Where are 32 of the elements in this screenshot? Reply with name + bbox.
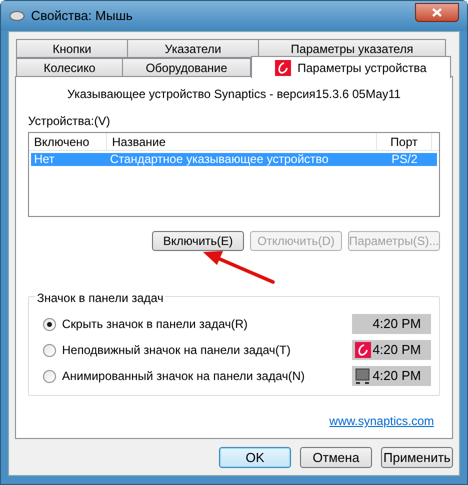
- website-link[interactable]: www.synaptics.com: [329, 412, 434, 430]
- logo-icon: [275, 60, 292, 76]
- device-button[interactable]: Включить(E): [152, 231, 244, 251]
- close-icon: [432, 8, 442, 16]
- tab[interactable]: Оборудование: [122, 58, 251, 77]
- version-text: Указывающее устройство Synaptics - версия15.3.6 05May11: [66, 86, 402, 103]
- radio-label[interactable]: Анимированный значок на панели задач(N): [62, 367, 305, 385]
- column-header[interactable]: Порт: [377, 133, 432, 150]
- clock-time: 4:20 PM: [372, 315, 421, 334]
- tab[interactable]: Кнопки: [16, 39, 128, 58]
- dialog-button[interactable]: Отмена: [300, 447, 372, 468]
- radio-button[interactable]: [43, 370, 56, 382]
- column-header[interactable]: Название: [107, 133, 377, 150]
- device-list[interactable]: Включено Название Порт Нет Стандартное указывающее устройство PS/2: [28, 132, 440, 217]
- dialog-button[interactable]: OK: [219, 447, 291, 468]
- close-button[interactable]: [415, 2, 459, 22]
- clock-time: 4:20 PM: [372, 341, 421, 360]
- radio-button[interactable]: [43, 344, 56, 356]
- dialog-button[interactable]: Применить: [381, 447, 453, 468]
- tab[interactable]: Колесико: [16, 58, 123, 77]
- tab[interactable]: Параметры устройства: [251, 56, 451, 78]
- window-title: Свойства: Мышь: [31, 7, 133, 26]
- devices-label: Устройства:(V): [28, 113, 112, 130]
- radio-label[interactable]: Неподвижный значок на панели задач(T): [62, 341, 291, 359]
- column-header[interactable]: Включено: [29, 133, 107, 150]
- mouse-icon: [9, 10, 25, 22]
- touchpad-icon: [355, 368, 370, 384]
- radio-button[interactable]: [43, 318, 56, 330]
- tab[interactable]: Указатели: [127, 39, 259, 58]
- logo-icon: [355, 342, 371, 358]
- radio-label[interactable]: Скрыть значок в панели задач(R): [62, 315, 248, 333]
- clock-time: 4:20 PM: [372, 367, 421, 386]
